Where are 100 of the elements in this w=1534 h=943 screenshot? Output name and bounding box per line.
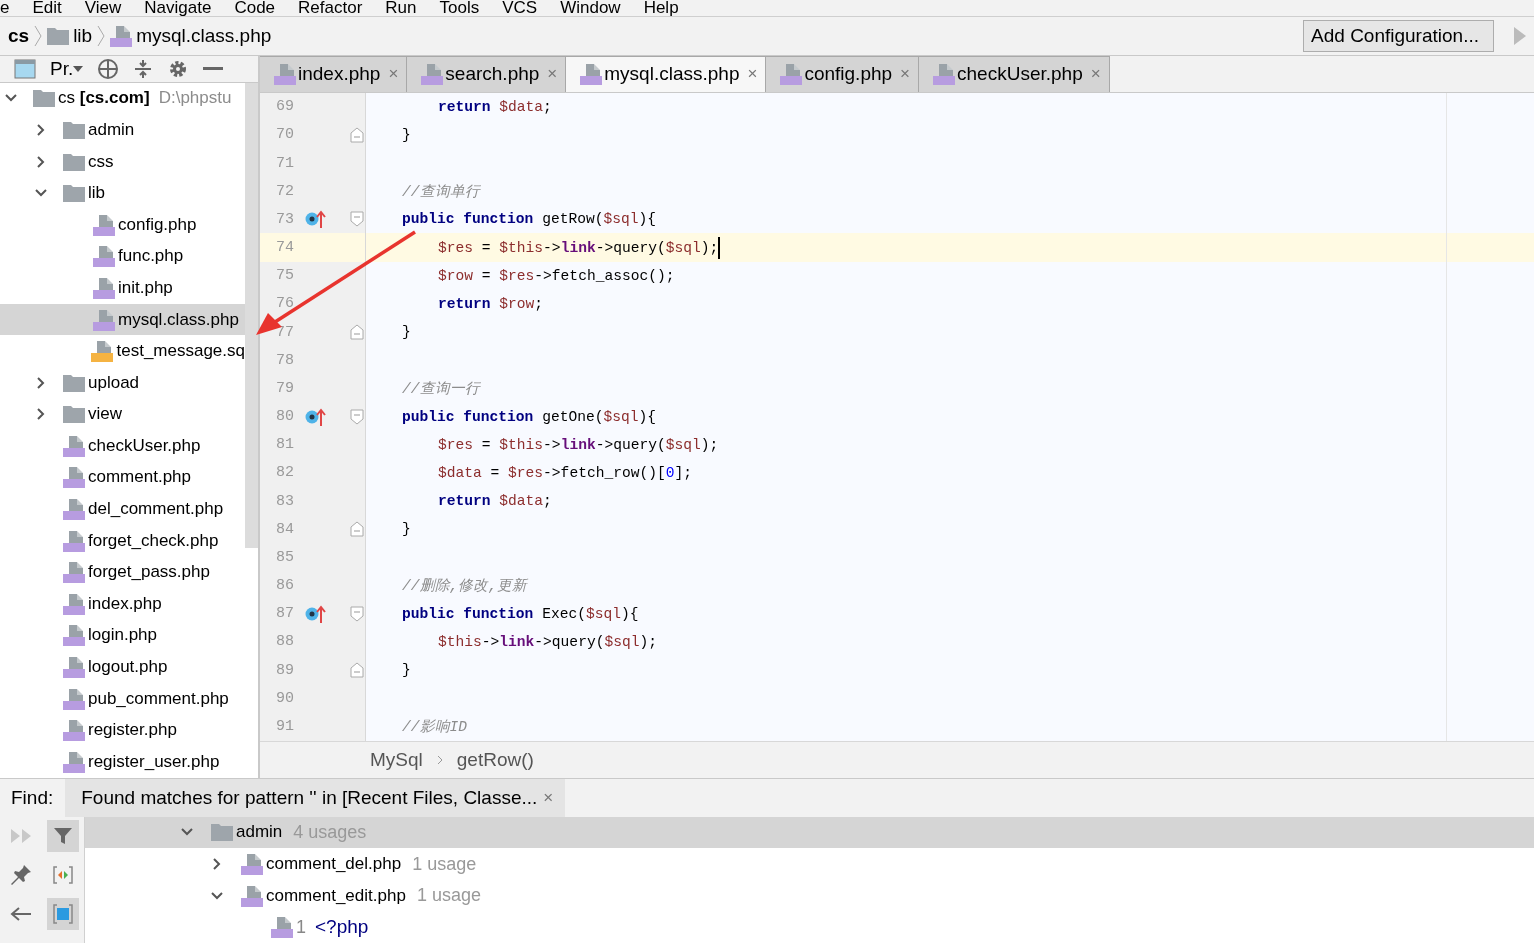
- override-icon[interactable]: [304, 603, 326, 624]
- menu-item[interactable]: Help: [631, 0, 690, 16]
- item-label: mysql.class.php: [118, 309, 239, 330]
- tree-row[interactable]: init.php: [0, 272, 245, 304]
- find-results-tab[interactable]: Found matches for pattern '' in [Recent Files, Classe... ×: [65, 778, 566, 817]
- line-number: 82: [275, 464, 295, 482]
- project-path: D:\phpstu: [158, 88, 232, 109]
- override-icon[interactable]: [304, 209, 326, 230]
- close-icon[interactable]: ×: [543, 787, 554, 808]
- item-label: logout.php: [88, 657, 168, 678]
- line-number: 81: [275, 436, 295, 454]
- project-view-dropdown[interactable]: Pr.: [50, 57, 84, 80]
- code-token: ->fetch_assoc();: [534, 267, 675, 284]
- php-file-icon: [93, 276, 115, 299]
- menu-item[interactable]: Navigate: [132, 0, 223, 16]
- tree-row[interactable]: lib: [0, 177, 245, 209]
- tree-row[interactable]: register.php: [0, 714, 245, 747]
- item-label: view: [88, 404, 122, 425]
- code-token: =: [480, 267, 492, 284]
- code-token: public function: [402, 408, 535, 425]
- line-number: 74: [275, 239, 295, 257]
- tree-row[interactable]: forget_check.php: [0, 524, 245, 557]
- code-token: =: [480, 239, 492, 256]
- override-icon[interactable]: [304, 406, 326, 427]
- minimize-icon[interactable]: [203, 66, 224, 71]
- tree-row[interactable]: forget_pass.php: [0, 556, 245, 589]
- collapse-icon[interactable]: [133, 58, 154, 79]
- add-configuration-button[interactable]: Add Configuration...: [1303, 19, 1494, 52]
- menu-item[interactable]: Code: [222, 0, 287, 16]
- editor-tab[interactable]: config.php ×: [766, 55, 920, 92]
- line-number: 71: [275, 154, 295, 172]
- result-row[interactable]: comment_edit.php 1 usage: [85, 879, 1534, 912]
- item-label: index.php: [88, 593, 162, 614]
- php-file-icon: [63, 561, 85, 584]
- close-icon[interactable]: ×: [747, 64, 758, 85]
- crosshair-icon[interactable]: [97, 57, 120, 80]
- line-number: 76: [275, 295, 295, 313]
- tree-row[interactable]: upload: [0, 366, 245, 399]
- sql-file-icon: [91, 340, 114, 363]
- menu-item[interactable]: Refactor: [286, 0, 374, 16]
- tree-row[interactable]: admin: [0, 114, 245, 146]
- result-row[interactable]: 1 <?php: [85, 911, 1534, 943]
- tree-row[interactable]: register_user.php: [0, 746, 245, 778]
- php-file-icon: [93, 245, 115, 268]
- line-number: 78: [275, 351, 295, 369]
- result-row[interactable]: comment_del.php 1 usage: [85, 848, 1534, 880]
- tree-row[interactable]: css: [0, 145, 245, 178]
- breadcrumb[interactable]: cs: [8, 24, 30, 47]
- menu-item[interactable]: Tools: [427, 0, 491, 16]
- pin-icon[interactable]: [10, 864, 32, 887]
- filter-button[interactable]: [47, 820, 79, 853]
- scrollbar[interactable]: [245, 82, 258, 548]
- line-number: 88: [275, 633, 295, 651]
- code-snippet: <?php: [315, 916, 369, 939]
- item-label: init.php: [118, 277, 173, 298]
- tree-row[interactable]: mysql.class.php: [0, 303, 245, 336]
- tree-row[interactable]: func.php: [0, 240, 245, 273]
- breadcrumb[interactable]: mysql.class.php: [136, 24, 272, 47]
- editor-tab[interactable]: mysql.class.php ×: [566, 55, 767, 92]
- code-token: 0: [665, 464, 675, 481]
- tree-row[interactable]: comment.php: [0, 461, 245, 494]
- code-token: link: [560, 239, 596, 256]
- tree-row[interactable]: pub_comment.php: [0, 682, 245, 715]
- tree-row[interactable]: checkUser.php: [0, 430, 245, 462]
- folder-icon: [63, 373, 85, 392]
- item-label: config.php: [118, 214, 197, 235]
- tree-row[interactable]: login.php: [0, 619, 245, 652]
- menu-item[interactable]: View: [72, 0, 133, 16]
- menu-item[interactable]: Run: [373, 0, 428, 16]
- tree-row[interactable]: view: [0, 398, 245, 431]
- result-row[interactable]: admin 4 usages: [85, 816, 1534, 849]
- editor-tab[interactable]: search.php ×: [407, 55, 567, 92]
- tree-row[interactable]: logout.php: [0, 651, 245, 683]
- back-arrow-icon[interactable]: [10, 906, 32, 923]
- item-label: upload: [88, 372, 140, 393]
- folder-icon: [63, 405, 85, 424]
- diff-icon[interactable]: [52, 865, 74, 886]
- code-token: );: [639, 633, 657, 650]
- editor-tab[interactable]: index.php ×: [260, 55, 408, 92]
- breadcrumb[interactable]: lib: [73, 24, 93, 47]
- menu-item[interactable]: VCS: [490, 0, 549, 16]
- tree-row[interactable]: index.php: [0, 588, 245, 620]
- menu-item[interactable]: e: [0, 0, 21, 16]
- tree-row[interactable]: del_comment.php: [0, 493, 245, 525]
- tree-row[interactable]: config.php: [0, 208, 245, 241]
- editor-tab[interactable]: checkUser.php ×: [919, 55, 1110, 92]
- menu-item[interactable]: Edit: [20, 0, 73, 16]
- code-token: Exec(: [542, 605, 586, 622]
- tree-row[interactable]: cs [cs.com] D:\phpstu: [0, 82, 245, 115]
- preview-button[interactable]: [47, 898, 79, 931]
- menu-item[interactable]: Window: [548, 0, 632, 16]
- php-file-icon: [63, 466, 85, 489]
- line-number: 70: [275, 126, 295, 144]
- tree-row[interactable]: test_message.sq: [0, 335, 245, 367]
- result-label: admin: [236, 822, 283, 843]
- folder-icon: [63, 184, 85, 203]
- structure-breadcrumb[interactable]: getRow(): [456, 748, 534, 771]
- line-number: 75: [275, 267, 295, 285]
- structure-breadcrumb[interactable]: MySql: [370, 748, 423, 771]
- code-token: $this: [438, 633, 482, 650]
